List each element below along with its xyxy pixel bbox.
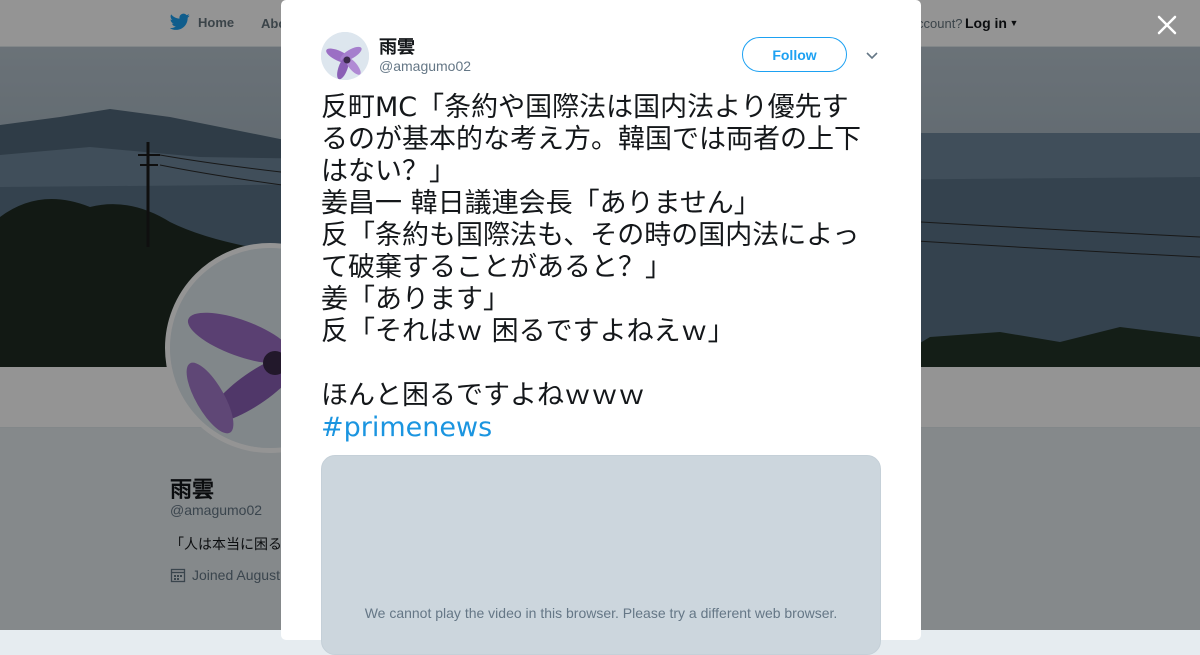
tweet-text-line: るのが基本的な考え方。韓国では両者の上下 [321,124,861,155]
video-player[interactable]: We cannot play the video in this browser… [321,455,881,655]
tweet-text-line: 反町MC「条約や国際法は国内法より優先す [321,92,849,123]
hashtag-link[interactable]: #primenews [321,412,886,444]
chevron-down-icon [866,52,878,60]
tweet-text-line: 反「それはｗ 困るですよねえｗ」 [321,316,735,347]
tweet-text-line: 反「条約も国際法も、その時の国内法によっ [321,220,860,251]
tweet-text-line: て破棄することがあると？」 [321,252,672,283]
tweet-text-line: ほんと困るですよねｗｗｗ [321,380,645,411]
tweet-options-button[interactable] [864,47,880,63]
tweet-text-blank-line [321,348,886,380]
video-unsupported-message: We cannot play the video in this browser… [364,605,838,621]
tweet-text: 反町MC「条約や国際法は国内法より優先す るのが基本的な考え方。韓国では両者の上… [321,92,886,444]
close-modal-button[interactable] [1154,12,1180,38]
tweet-author-avatar[interactable] [321,32,369,80]
cosmos-flower-avatar [321,32,369,80]
tweet-text-line: 姜「あります」 [321,284,510,315]
tweet-text-line: はない？」 [321,156,456,187]
close-icon [1157,15,1177,35]
tweet-text-line: 姜昌一 韓日議連会長「ありません」 [321,188,761,219]
follow-button[interactable]: Follow [742,37,847,72]
tweet-author-handle[interactable]: @amagumo02 [379,58,471,74]
tweet-modal: 雨雲 @amagumo02 Follow 反町MC「条約や国際法は国内法より優先… [281,0,921,655]
tweet-author-name[interactable]: 雨雲 [379,33,415,59]
